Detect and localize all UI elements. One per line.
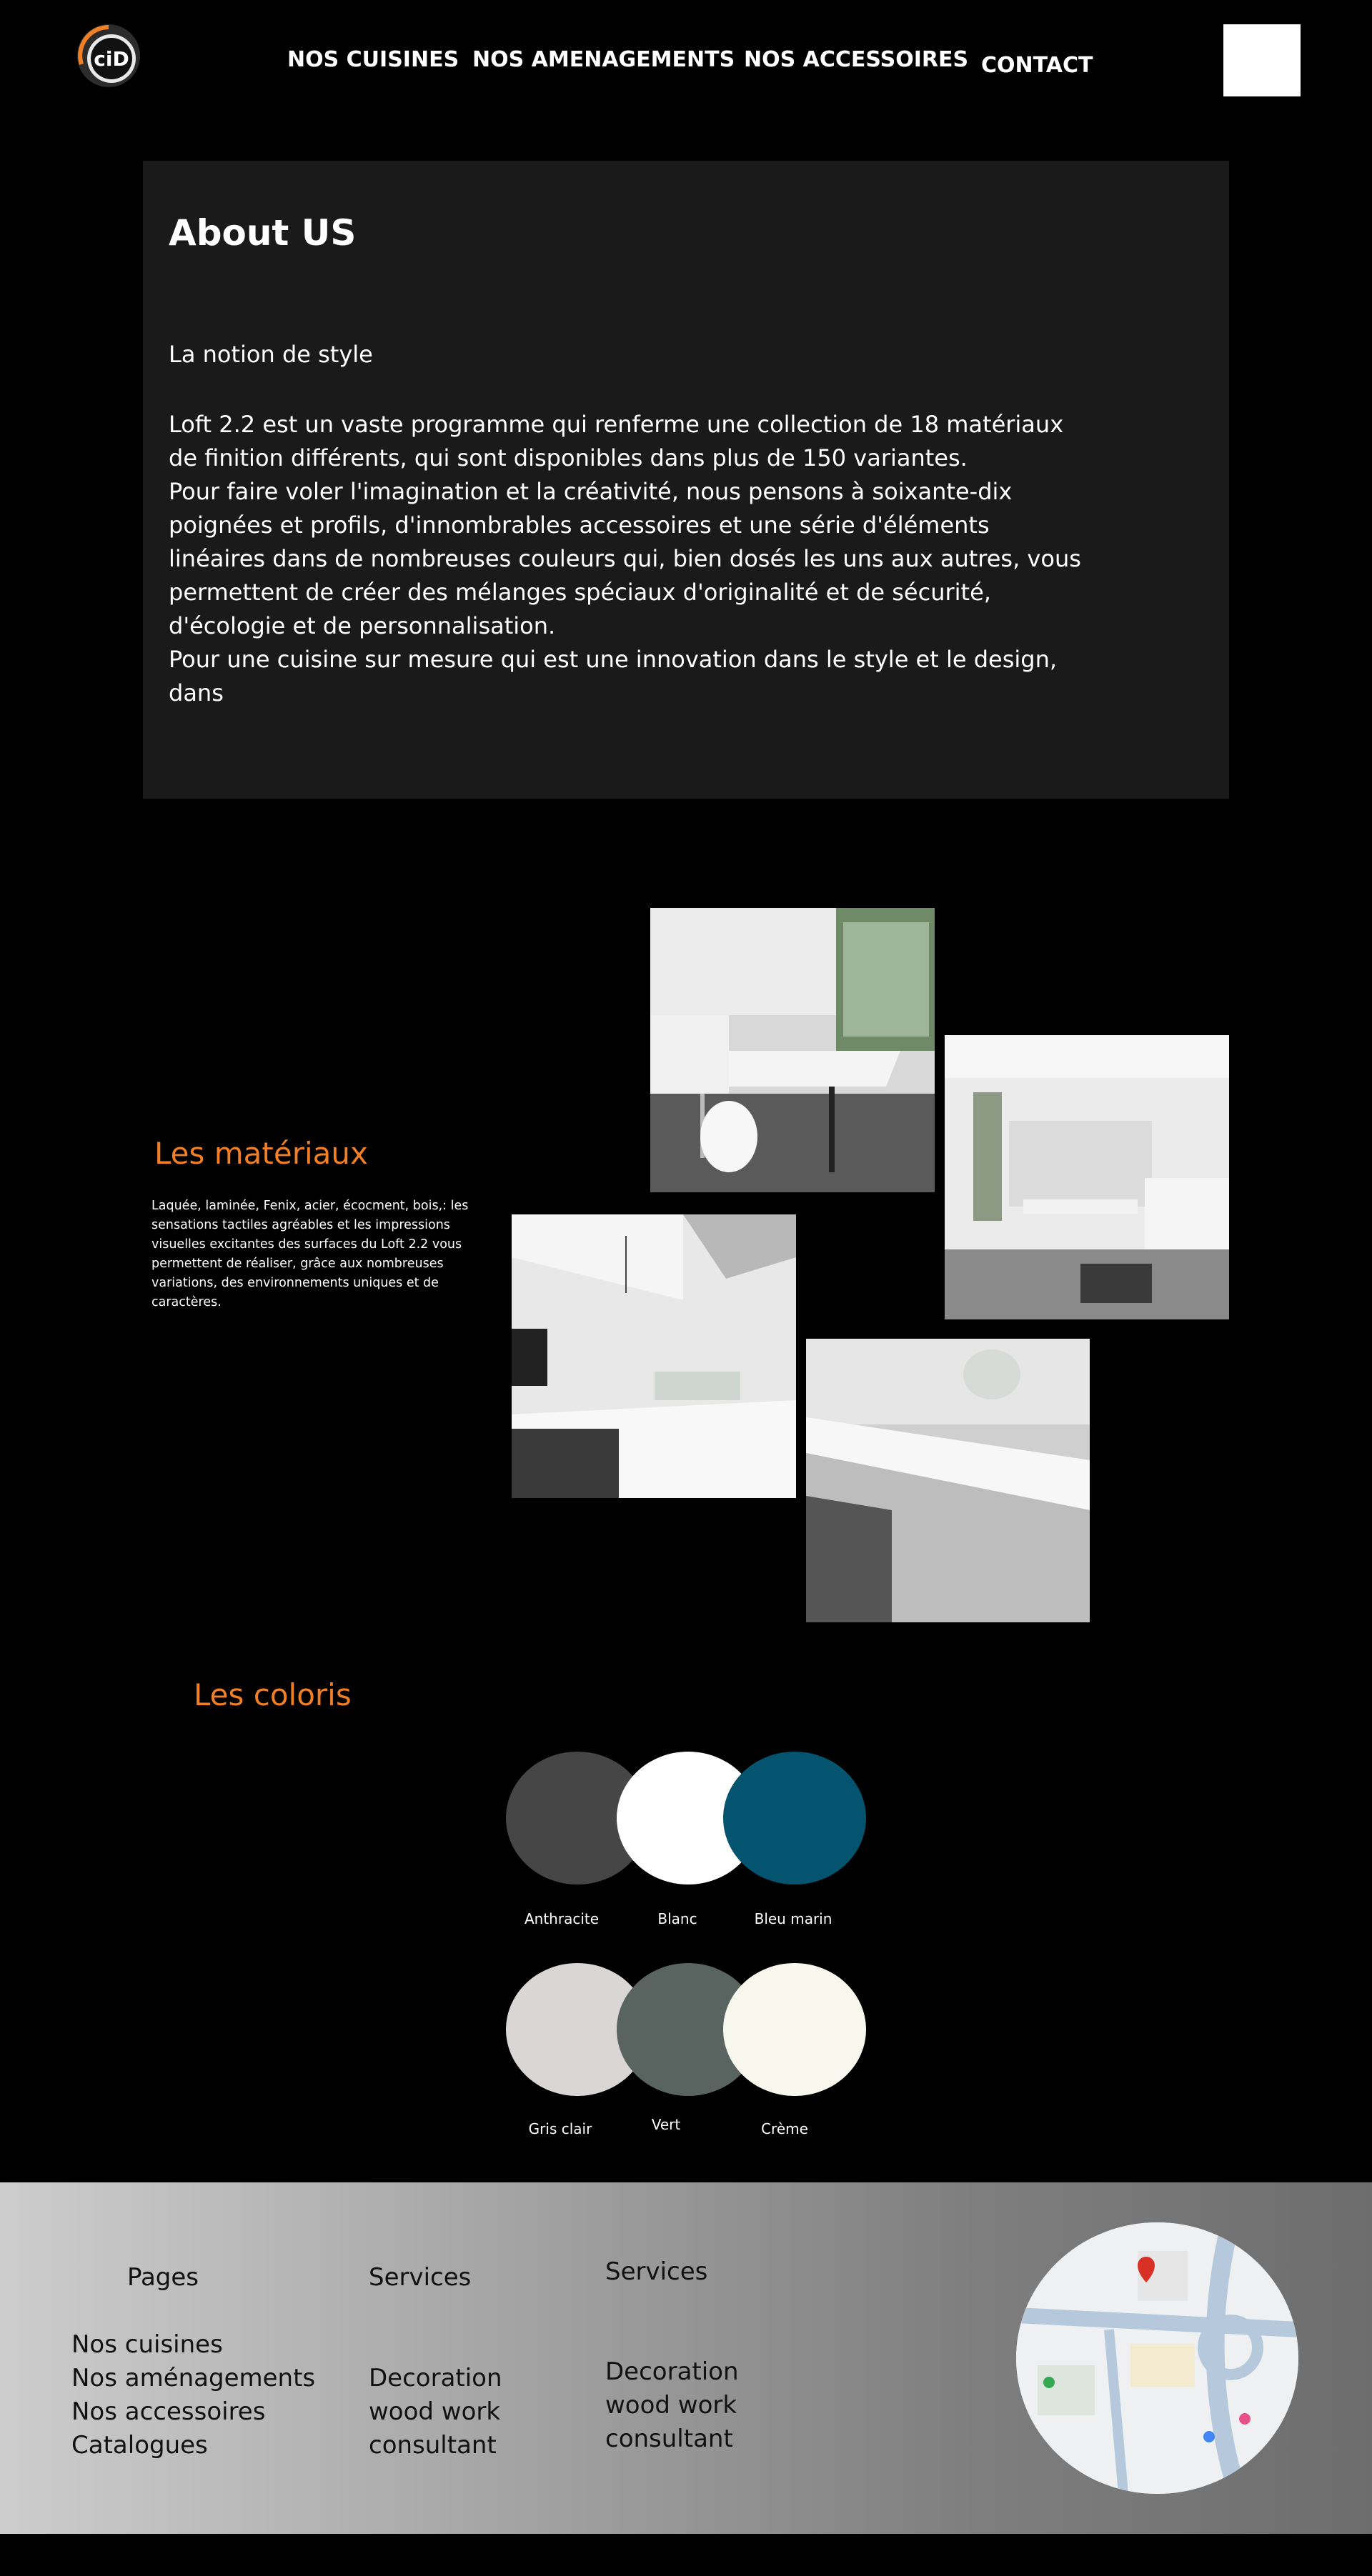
footer-service-item[interactable]: wood work — [369, 2395, 502, 2429]
footer-pages-title: Pages — [127, 2263, 199, 2292]
kitchen-photo-4 — [806, 1339, 1090, 1622]
footer-service-item[interactable]: consultant — [369, 2429, 502, 2462]
footer-pages-list: Nos cuisines Nos aménagements Nos access… — [71, 2328, 315, 2462]
location-map[interactable] — [1016, 2222, 1298, 2494]
footer-link-amenagements[interactable]: Nos aménagements — [71, 2362, 315, 2395]
footer-service-item[interactable]: Decoration — [369, 2362, 502, 2395]
about-paragraph: Loft 2.2 est un vaste programme qui renf… — [169, 411, 1064, 471]
coloris-title: Les coloris — [194, 1677, 352, 1712]
footer-services-list: Decoration wood work consultant — [605, 2355, 739, 2456]
swatch-bleu-marin[interactable] — [723, 1752, 866, 1884]
about-body: Loft 2.2 est un vaste programme qui renf… — [169, 408, 1090, 710]
nav-link-amenagements[interactable]: NOS AMENAGEMENTS — [472, 47, 735, 72]
footer-services-title: Services — [605, 2257, 708, 2286]
kitchen-photo-1 — [650, 908, 935, 1192]
footer-service-item[interactable]: wood work — [605, 2389, 739, 2422]
nav-link-cuisines[interactable]: NOS CUISINES — [287, 47, 459, 72]
about-section: About US La notion de style Loft 2.2 est… — [143, 161, 1229, 799]
materiaux-text: Laquée, laminée, Fenix, acier, écocment,… — [151, 1199, 469, 1309]
header-white-box[interactable] — [1223, 24, 1301, 96]
footer-link-catalogues[interactable]: Catalogues — [71, 2429, 315, 2462]
footer-services-list: Decoration wood work consultant — [369, 2362, 502, 2462]
nav-link-contact[interactable]: CONTACT — [981, 53, 1093, 78]
footer-service-item[interactable]: consultant — [605, 2422, 739, 2456]
kitchen-photo-2 — [945, 1035, 1229, 1319]
swatch-label: Bleu marin — [754, 1910, 832, 1927]
about-subtitle: La notion de style — [169, 341, 373, 368]
cid-logo-icon: ciD — [77, 24, 140, 87]
about-paragraph: Pour faire voler l'imagination et la cré… — [169, 478, 1081, 639]
footer-service-item[interactable]: Decoration — [605, 2355, 739, 2389]
swatch-label: Crème — [761, 2120, 808, 2137]
footer-link-cuisines[interactable]: Nos cuisines — [71, 2328, 315, 2362]
about-paragraph: Pour une cuisine sur mesure qui est une … — [169, 646, 1058, 707]
nav-link-accessoires[interactable]: NOS ACCESSOIRES — [744, 47, 968, 72]
logo[interactable]: ciD — [74, 21, 143, 90]
kitchen-photo-3 — [512, 1214, 796, 1498]
about-title: About US — [169, 212, 357, 254]
swatch-creme[interactable] — [723, 1963, 866, 2096]
svg-text:ciD: ciD — [94, 47, 129, 71]
materiaux-title: Les matériaux — [154, 1136, 368, 1171]
footer-link-accessoires[interactable]: Nos accessoires — [71, 2395, 315, 2429]
footer-services-title: Services — [369, 2263, 472, 2292]
